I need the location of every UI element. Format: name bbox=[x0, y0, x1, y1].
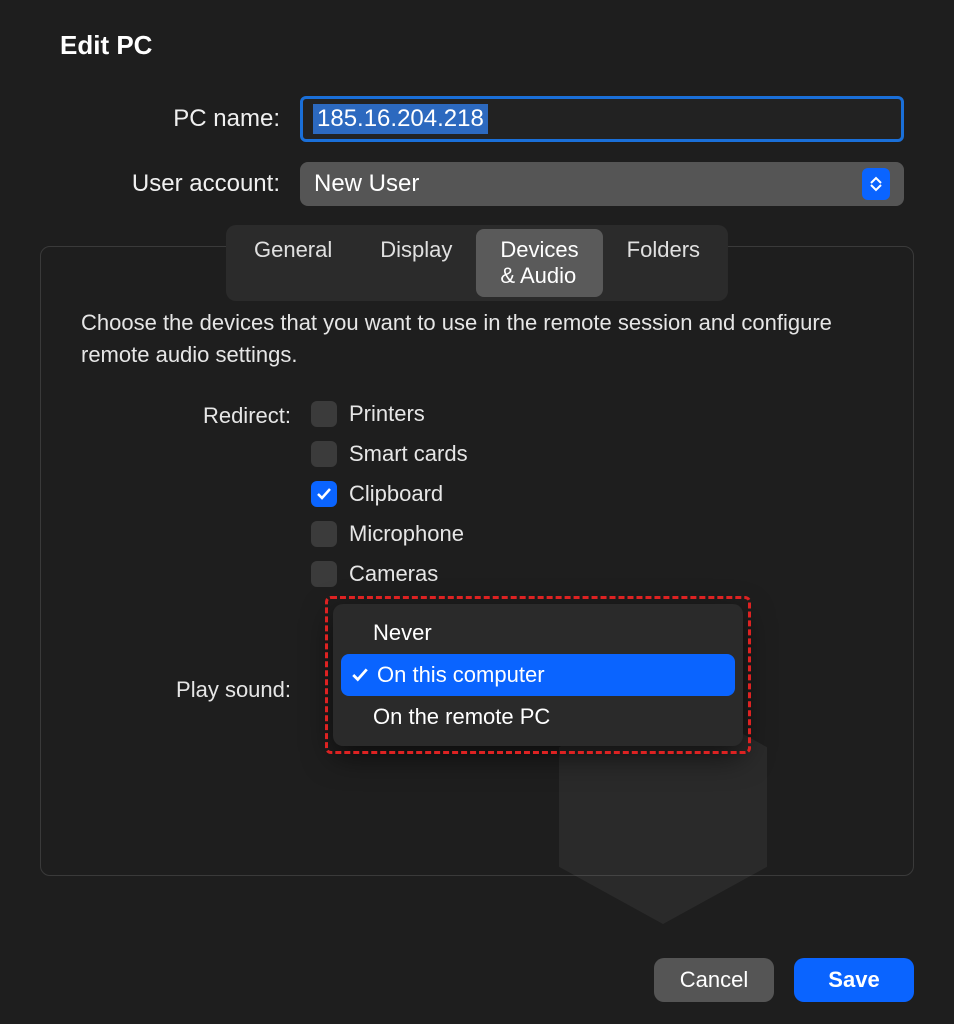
dialog-title: Edit PC bbox=[60, 30, 914, 61]
pc-name-input[interactable]: 185.16.204.218 bbox=[300, 96, 904, 142]
play-sound-option-on-remote[interactable]: On the remote PC bbox=[333, 696, 743, 738]
play-sound-dropdown[interactable]: Never On this computer On the remote PC bbox=[333, 604, 743, 746]
checkbox-icon[interactable] bbox=[311, 441, 337, 467]
play-sound-option-never[interactable]: Never bbox=[333, 612, 743, 654]
redirect-printers[interactable]: Printers bbox=[311, 401, 468, 427]
checkmark-icon bbox=[347, 666, 373, 684]
updown-arrows-icon bbox=[862, 168, 890, 200]
user-account-select[interactable]: New User bbox=[300, 162, 904, 206]
checkbox-icon[interactable] bbox=[311, 401, 337, 427]
redirect-microphone[interactable]: Microphone bbox=[311, 521, 468, 547]
play-sound-row: Play sound: Never On this computer On th… bbox=[71, 642, 883, 703]
redirect-list: Printers Smart cards Clipboard bbox=[311, 401, 468, 587]
pc-name-label: PC name: bbox=[50, 105, 300, 133]
redirect-clipboard[interactable]: Clipboard bbox=[311, 481, 468, 507]
redirect-clipboard-label: Clipboard bbox=[349, 481, 443, 507]
redirect-row: Redirect: Printers Smart cards bbox=[71, 401, 883, 587]
dialog-footer: Cancel Save bbox=[654, 958, 914, 1002]
checkbox-icon[interactable] bbox=[311, 561, 337, 587]
redirect-label: Redirect: bbox=[81, 401, 311, 587]
pc-name-row: PC name: 185.16.204.218 bbox=[40, 96, 914, 142]
tab-folders[interactable]: Folders bbox=[603, 229, 724, 297]
edit-pc-dialog: Edit PC PC name: 185.16.204.218 User acc… bbox=[0, 0, 954, 1024]
tab-display[interactable]: Display bbox=[356, 229, 476, 297]
user-account-row: User account: New User bbox=[40, 162, 914, 206]
pc-name-value: 185.16.204.218 bbox=[313, 104, 488, 134]
redirect-cameras-label: Cameras bbox=[349, 561, 438, 587]
tab-devices-audio[interactable]: Devices & Audio bbox=[476, 229, 602, 297]
cancel-button[interactable]: Cancel bbox=[654, 958, 774, 1002]
tabs: General Display Devices & Audio Folders bbox=[226, 225, 728, 301]
checkbox-checked-icon[interactable] bbox=[311, 481, 337, 507]
checkbox-icon[interactable] bbox=[311, 521, 337, 547]
redirect-cameras[interactable]: Cameras bbox=[311, 561, 468, 587]
redirect-smart-cards-label: Smart cards bbox=[349, 441, 468, 467]
tab-general[interactable]: General bbox=[230, 229, 356, 297]
settings-panel: General Display Devices & Audio Folders … bbox=[40, 246, 914, 876]
save-button[interactable]: Save bbox=[794, 958, 914, 1002]
redirect-microphone-label: Microphone bbox=[349, 521, 464, 547]
user-account-value: New User bbox=[314, 170, 419, 198]
user-account-label: User account: bbox=[50, 170, 300, 198]
redirect-smart-cards[interactable]: Smart cards bbox=[311, 441, 468, 467]
redirect-printers-label: Printers bbox=[349, 401, 425, 427]
play-sound-option-on-this-computer[interactable]: On this computer bbox=[341, 654, 735, 696]
play-sound-label: Play sound: bbox=[81, 642, 311, 703]
helper-text: Choose the devices that you want to use … bbox=[71, 307, 883, 371]
